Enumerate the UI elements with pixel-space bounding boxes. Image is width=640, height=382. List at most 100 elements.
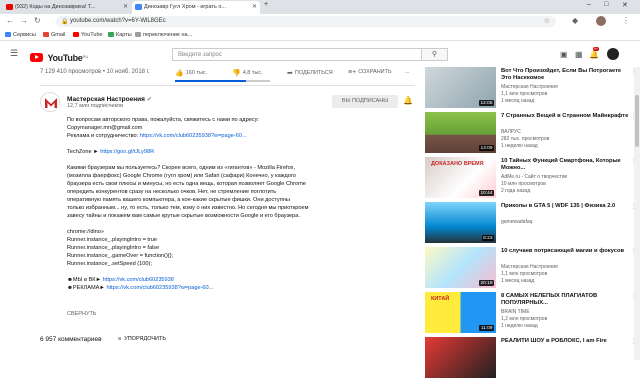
search-input[interactable]: Введите запрос [172,48,422,61]
bookmark-item[interactable]: Карты [108,32,132,38]
description-text: Runner.instance_.setSpeed (100); [67,261,152,267]
description-text: Runner.instance_.playingIntro = true [67,237,158,243]
video-title[interactable]: 10 случаев потрясающей магии и фокусов [501,248,631,255]
maps-icon [108,32,114,37]
save-button[interactable]: ≡+ СОХРАНИТЬ [348,69,392,76]
description-link[interactable]: https://vk.com/club60235938?w=page-60... [140,133,247,139]
add-to-playlist-icon: ≡+ [348,69,357,76]
account-avatar[interactable] [607,48,619,60]
close-tab-icon[interactable]: ✕ [123,3,128,10]
video-views: 1,1 млн просмотров [501,271,548,277]
recommended-video[interactable]: КИТАЙ 11:09 8 САМЫХ НЕЛЕПЫХ ПЛАГИАТОВ ПОПУ… [425,292,637,337]
forward-icon[interactable]: → [20,16,28,25]
description-text: браузера есть свои плюсы и минусы, но ес… [67,181,306,187]
video-thumbnail[interactable]: 20:19 [425,247,496,288]
comment-count: 6 957 комментариев [40,336,102,343]
video-title[interactable]: РЕАЛИТИ ШОУ в РОБЛОКС, I am Fire [501,338,631,345]
url-text: youtube.com/watch?v=6Y-WlL8GEc [70,18,166,24]
video-thumbnail[interactable]: 8:23 [425,202,496,243]
apps-icon [5,32,11,37]
back-icon[interactable]: ← [6,16,14,25]
like-button[interactable]: 👍 160 тыс. [175,69,207,77]
video-thumbnail[interactable]: 12:05 [425,67,496,108]
bookmark-item[interactable]: переключение на... [135,32,192,38]
new-tab-button[interactable]: + [264,1,268,8]
video-channel[interactable]: AdMe.ru - Сайт о творчестве [501,174,567,180]
video-channel[interactable]: BRAIN TIME [501,309,530,315]
video-title[interactable]: 8 САМЫХ НЕЛЕПЫХ ПЛАГИАТОВ ПОПУЛЯРНЫХ... [501,293,631,307]
recommended-video[interactable]: 20:19 10 случаев потрясающей магии и фоку… [425,247,637,292]
maximize-icon[interactable]: □ [604,1,608,8]
page-scrollbar[interactable] [634,67,640,360]
bookmark-item[interactable]: Gmail [43,32,65,38]
close-tab-icon[interactable]: ✕ [252,3,257,10]
video-channel[interactable]: Мастерская Настроения [501,264,558,270]
save-label: СОХРАНИТЬ [358,69,392,75]
video-channel[interactable]: ВАЛРУС [501,129,521,135]
minimize-icon[interactable]: – [587,1,591,8]
description-link[interactable]: https://vk.com/club60235938 [103,277,174,283]
create-video-icon[interactable]: ▣ [560,50,568,59]
recommended-video[interactable]: ДОКАЗАНО ВРЕМЯ 10:44 10 Тайных Функций Сма… [425,157,637,202]
description-text: завесу тайны и покажем вам самые крутые … [67,213,300,219]
video-views: 10 млн просмотров [501,181,546,187]
video-title[interactable]: Вот Что Произойдет, Если Вы Потрогаете Э… [501,68,631,82]
hamburger-menu-icon[interactable]: ☰ [10,48,18,59]
extension-icon[interactable]: ◆ [572,16,578,25]
reload-icon[interactable]: ↻ [34,16,41,25]
video-title[interactable]: Приколы в GTA 5 | WDF 135 | Физика 2.0 [501,203,631,210]
video-thumbnail[interactable]: ДОКАЗАНО ВРЕМЯ 10:44 [425,157,496,198]
close-window-icon[interactable]: ✕ [622,1,628,9]
description-line: опередить конкурентов сразу на несколько… [67,188,337,196]
video-duration: 10:44 [478,190,494,196]
recommended-video[interactable]: 8:23 Приколы в GTA 5 | WDF 135 | Физика 2… [425,202,637,247]
more-actions-button[interactable]: ... [405,69,410,75]
video-thumbnail[interactable]: 13:09 [425,112,496,153]
video-thumbnail[interactable] [425,337,496,378]
video-channel[interactable]: gamewadafaq [501,219,532,225]
browser-tab[interactable]: (932) Коды на Динозаврика! Т... ✕ [3,1,131,14]
dislike-button[interactable]: 👎 4,8 тыс. [232,69,263,77]
description-text: Какими браузерам вы пользуетесь? Скорее … [67,165,296,171]
channel-notification-bell-icon[interactable]: 🔔 [403,96,413,105]
star-icon[interactable]: ☆ [544,17,550,25]
video-channel[interactable]: Мастерская Настроения [501,84,558,90]
description-line: Runner.instance_.playingIntro = true [67,236,337,244]
profile-avatar[interactable] [596,16,606,26]
notification-badge: 9+ [593,47,599,51]
search-button[interactable]: ⚲ [422,48,448,61]
address-bar[interactable]: 🔒 youtube.com/watch?v=6Y-WlL8GEc ☆ [56,16,556,27]
channel-avatar[interactable] [40,92,60,112]
chrome-menu-icon[interactable]: ⋮ [622,16,630,25]
scrollbar-thumb[interactable] [635,95,639,147]
description-link[interactable]: https://vk.com/club60235938?w=page-60... [107,285,214,291]
description-link[interactable]: https://goo.gl/tJLy98R [100,149,154,155]
video-title[interactable]: 10 Тайных Функций Смартфона, Которые Мож… [501,158,631,172]
share-label: ПОДЕЛИТЬСЯ [294,70,333,76]
subscribed-button[interactable]: ВЫ ПОДПИСАНЫ [332,95,398,108]
video-duration: 20:19 [478,280,494,286]
gmail-icon [43,32,49,37]
browser-tab-active[interactable]: Динозавр Гугл Хром - играть о... ✕ [132,1,260,14]
video-title[interactable]: 7 Странных Вещей в Странном Майнкрафте [501,113,631,120]
video-views: 282 тыс. просмотров [501,136,550,142]
description-text: По вопросам авторского права, пожалуйста… [67,117,259,123]
description-line: Runner.instance_.setSpeed (100); [67,260,337,268]
description-text: Реклама и сотрудничество: [67,133,140,139]
video-age: 1 месяц назад [501,278,535,284]
youtube-logo[interactable]: YouTubeRU [30,49,88,67]
video-thumbnail[interactable]: КИТАЙ 11:09 [425,292,496,333]
collapse-description-button[interactable]: СВЕРНУТЬ [67,311,96,317]
recommended-video[interactable]: 13:09 7 Странных Вещей в Странном Майнкра… [425,112,637,157]
share-button[interactable]: ➦ ПОДЕЛИТЬСЯ [287,69,333,77]
description-text: TechZone ► [67,149,101,155]
notifications-bell-icon[interactable]: 🔔 [589,50,599,59]
recommended-video[interactable]: 12:05 Вот Что Произойдет, Если Вы Потрога… [425,67,637,112]
bookmark-item[interactable]: YouTube [73,32,103,38]
video-age: 1 неделю назад [501,323,538,329]
apps-grid-icon[interactable]: ▦ [575,50,583,59]
channel-name[interactable]: Мастерская Настроения ✔ [67,95,152,103]
sort-comments-button[interactable]: ≡ УПОРЯДОЧИТЬ [118,336,166,342]
description-text: (мозилла фаерфокс) Google Chrome (гугл х… [67,173,296,179]
bookmark-item[interactable]: Сервисы [5,32,36,38]
